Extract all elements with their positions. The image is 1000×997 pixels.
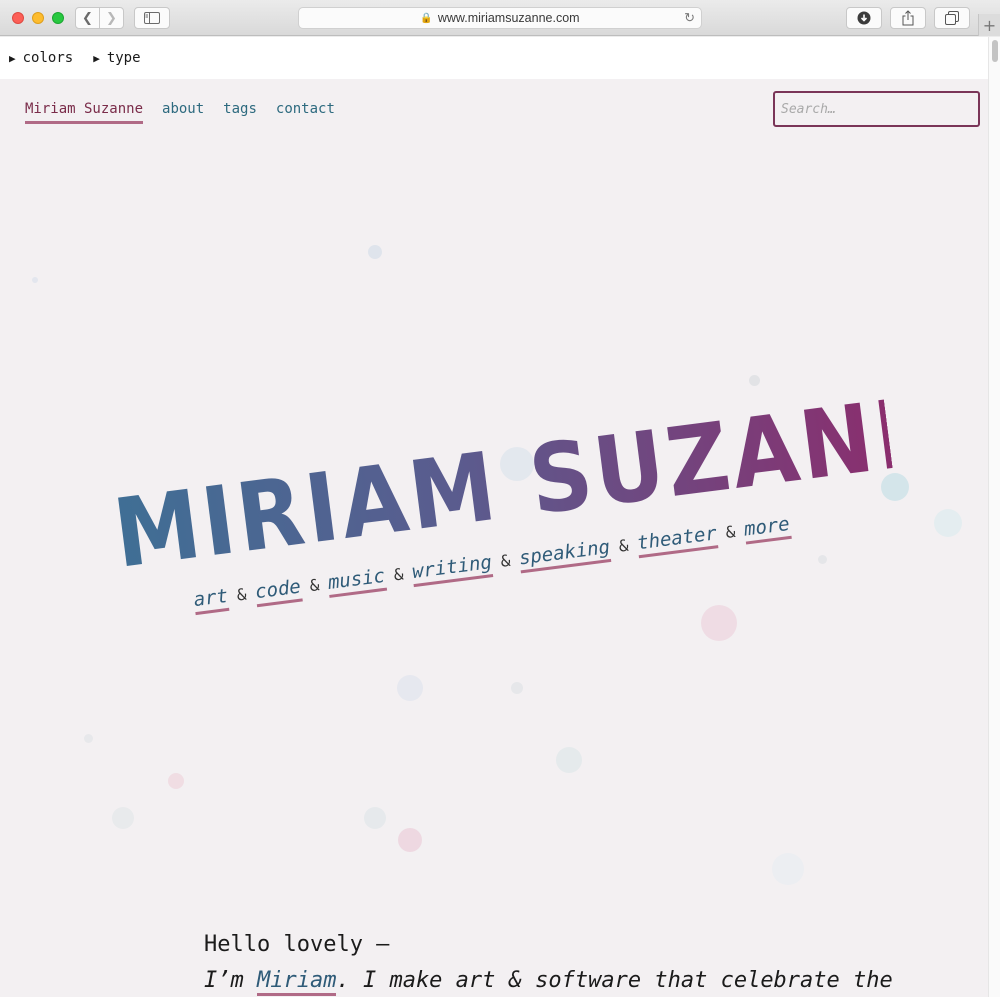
browser-toolbar: ❮ ❯ 🔒 www.miriamsuzanne.com ↻ + <box>0 0 1000 36</box>
intro-line: I’m Miriam. I make art & software that c… <box>204 963 893 997</box>
page-scrollbar[interactable] <box>988 37 1000 997</box>
reload-icon[interactable]: ↻ <box>684 10 695 26</box>
intro-name-link[interactable]: Miriam <box>256 968 337 996</box>
forward-button[interactable]: ❯ <box>99 7 124 29</box>
decorative-dot <box>701 605 737 641</box>
nav-tags-link[interactable]: tags <box>223 101 257 124</box>
ampersand-separator: & <box>235 584 248 605</box>
ampersand-separator: & <box>617 535 630 556</box>
site-nav: Miriam Suzanne about tags contact <box>25 101 335 124</box>
decorative-dot <box>398 828 422 852</box>
decorative-dot <box>749 375 760 386</box>
nav-contact-link[interactable]: contact <box>276 101 335 124</box>
type-toggle[interactable]: ▶ type <box>93 50 140 66</box>
triangle-right-icon: ▶ <box>93 51 100 65</box>
chevron-right-icon: ❯ <box>106 10 117 26</box>
decorative-dot <box>556 747 582 773</box>
nav-about-link[interactable]: about <box>162 101 204 124</box>
decorative-dot <box>168 773 184 789</box>
download-icon <box>857 11 871 25</box>
share-icon <box>902 10 914 26</box>
decorative-dot <box>934 509 962 537</box>
topic-theater-link[interactable]: theater <box>635 522 719 559</box>
decorative-dot <box>112 807 134 829</box>
intro-text: Hello lovely — I’m Miriam. I make art & … <box>204 927 893 997</box>
url-text: www.miriamsuzanne.com <box>437 11 580 25</box>
search-input[interactable] <box>773 91 980 127</box>
ampersand-separator: & <box>724 521 737 542</box>
decorative-dot <box>818 555 827 564</box>
decorative-dot <box>368 245 382 259</box>
ampersand-separator: & <box>499 550 512 571</box>
settings-toolbar: ▶ colors ▶ type <box>0 37 988 79</box>
sidebar-icon <box>144 12 160 24</box>
decorative-dot <box>511 682 523 694</box>
tabs-icon <box>945 11 959 25</box>
lock-icon: 🔒 <box>420 12 433 24</box>
topic-speaking-link[interactable]: speaking <box>517 535 612 574</box>
topic-code-link[interactable]: code <box>253 575 303 608</box>
type-label: type <box>106 50 141 66</box>
ampersand-separator: & <box>392 564 405 585</box>
hero: MIRIAM SUZANNE art & code & music & writing & sp… <box>108 366 988 620</box>
close-window-button[interactable] <box>12 12 24 24</box>
share-button[interactable] <box>890 7 926 29</box>
sidebar-toggle-button[interactable] <box>134 7 170 29</box>
decorative-dot <box>772 853 804 885</box>
triangle-right-icon: ▶ <box>9 51 16 65</box>
decorative-dot <box>32 277 38 283</box>
ampersand-separator: & <box>308 575 321 596</box>
decorative-dot <box>364 807 386 829</box>
colors-toggle[interactable]: ▶ colors <box>9 50 73 66</box>
nav-home-link[interactable]: Miriam Suzanne <box>25 101 144 124</box>
decorative-dot <box>397 675 423 701</box>
topic-music-link[interactable]: music <box>326 564 387 598</box>
minimize-window-button[interactable] <box>32 12 44 24</box>
topic-more-link[interactable]: more <box>742 512 792 545</box>
intro-suffix: . I make art & software that celebrate t… <box>336 968 893 993</box>
plus-icon: + <box>982 15 997 35</box>
intro-prefix: I’m <box>204 968 257 993</box>
decorative-dot <box>84 734 93 743</box>
back-button[interactable]: ❮ <box>75 7 100 29</box>
tab-overview-button[interactable] <box>934 7 970 29</box>
chevron-left-icon: ❮ <box>82 10 93 26</box>
page-viewport: ▶ colors ▶ type Miriam Suzanne about tag… <box>0 37 988 997</box>
new-tab-button[interactable]: + <box>978 14 1000 36</box>
zoom-window-button[interactable] <box>52 12 64 24</box>
scrollbar-thumb[interactable] <box>992 40 998 62</box>
topic-writing-link[interactable]: writing <box>410 551 494 588</box>
address-bar[interactable]: 🔒 www.miriamsuzanne.com ↻ <box>298 7 702 29</box>
topic-art-link[interactable]: art <box>192 584 230 616</box>
colors-label: colors <box>22 50 74 66</box>
downloads-button[interactable] <box>846 7 882 29</box>
intro-greeting: Hello lovely — <box>204 932 390 957</box>
